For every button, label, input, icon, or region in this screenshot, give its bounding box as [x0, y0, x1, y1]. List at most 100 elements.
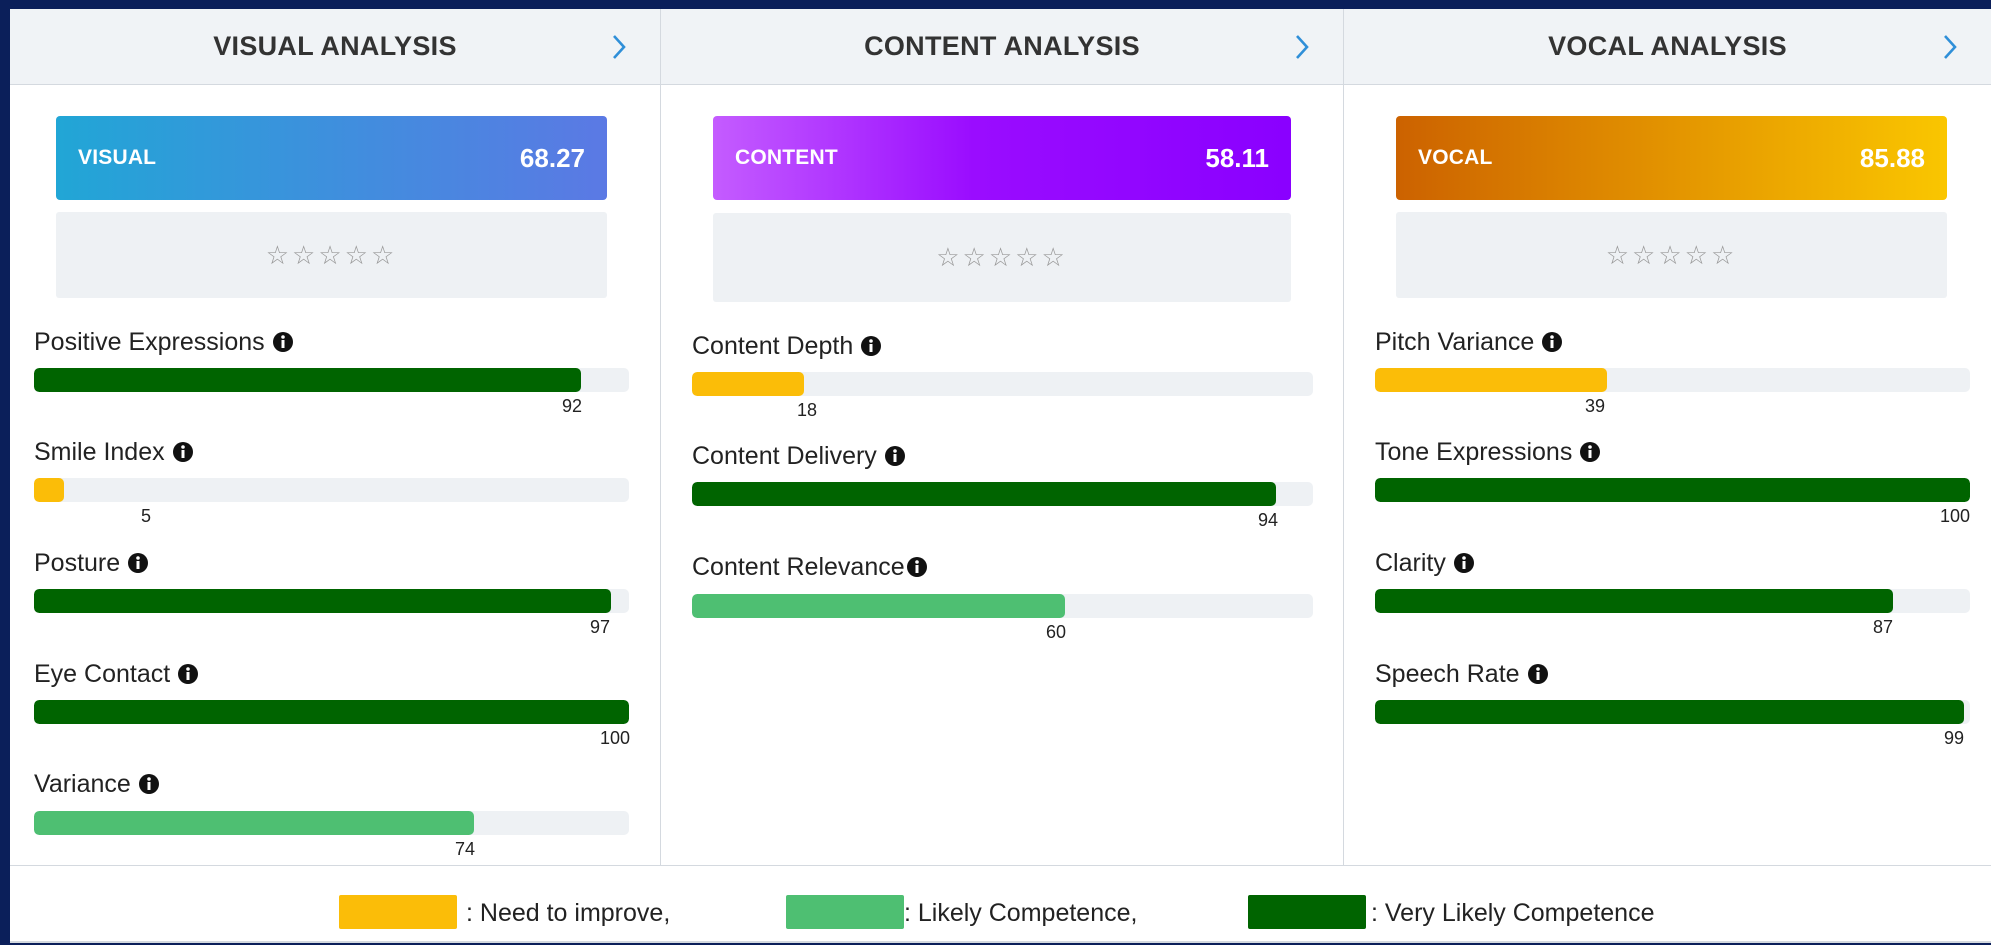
chevron-right-icon[interactable] [1935, 33, 1963, 61]
metric-bar-fill [1375, 478, 1970, 502]
metric-label: Positive Expressions [34, 327, 265, 356]
content-score-value: 58.11 [1205, 142, 1269, 173]
metric-content-relevance: Content Relevance [692, 552, 928, 582]
metric-label: Variance [34, 769, 131, 798]
metric-label: Pitch Variance [1375, 327, 1535, 356]
metric-bar-fill [1375, 700, 1965, 724]
metric-label: Speech Rate [1375, 659, 1520, 688]
vocal-analysis-panel: VOCAL ANALYSIS VOCAL 85.88 ☆☆☆☆☆ Pitch V… [1344, 9, 1991, 865]
metric-value: 97 [589, 617, 610, 637]
content-star-rating: ☆☆☆☆☆ [713, 213, 1291, 302]
metric-bar-track [692, 594, 1313, 618]
metric-bar-track [34, 811, 629, 835]
info-icon[interactable] [1527, 663, 1549, 685]
visual-analysis-panel: VISUAL ANALYSIS VISUAL 68.27 ☆☆☆☆☆ Posit… [10, 9, 661, 865]
vocal-score-bar: VOCAL 85.88 [1396, 116, 1947, 200]
content-analysis-panel: CONTENT ANALYSIS CONTENT 58.11 ☆☆☆☆☆ Con… [661, 9, 1344, 865]
metric-bar-fill [1375, 589, 1893, 613]
metric-eye-contact: Eye Contact [34, 659, 199, 689]
legend-swatch-very-likely [1248, 895, 1366, 929]
metric-posture: Posture [34, 548, 149, 578]
info-icon[interactable] [906, 556, 928, 578]
metric-bar-track [1375, 700, 1970, 724]
metric-pitch-variance: Pitch Variance [1375, 327, 1563, 357]
metric-bar-fill [34, 478, 64, 502]
metric-bar-track [1375, 368, 1970, 392]
metric-speech-rate: Speech Rate [1375, 659, 1549, 689]
metric-bar-fill [34, 811, 475, 835]
info-icon[interactable] [272, 331, 294, 353]
metric-tone-expressions: Tone Expressions [1375, 437, 1601, 467]
legend-label-very-likely: : Very Likely Competence [1371, 899, 1655, 927]
analysis-dashboard: VISUAL ANALYSIS VISUAL 68.27 ☆☆☆☆☆ Posit… [10, 9, 1991, 943]
metric-value: 99 [1943, 728, 1964, 748]
legend-swatch-likely [786, 895, 904, 929]
metric-value: 92 [561, 396, 582, 416]
legend-label-likely: : Likely Competence, [904, 899, 1138, 927]
metric-value: 100 [599, 728, 630, 748]
metric-bar-track [692, 482, 1313, 506]
analysis-panels: VISUAL ANALYSIS VISUAL 68.27 ☆☆☆☆☆ Posit… [10, 9, 1991, 865]
visual-star-rating: ☆☆☆☆☆ [56, 212, 607, 298]
metric-value: 60 [1045, 622, 1066, 642]
metric-bar-track [34, 478, 629, 502]
metric-variance: Variance [34, 769, 160, 799]
content-score-bar: CONTENT 58.11 [713, 116, 1291, 200]
metric-bar-fill [692, 482, 1276, 506]
metric-bar-fill [34, 589, 612, 613]
metric-value: 100 [1939, 506, 1970, 526]
metric-value: 87 [1872, 617, 1893, 637]
metric-bar-fill [1375, 368, 1608, 392]
info-icon[interactable] [172, 441, 194, 463]
metric-label: Content Depth [692, 331, 854, 360]
visual-panel-title: VISUAL ANALYSIS [213, 31, 457, 61]
metric-smile-index: Smile Index [34, 437, 194, 467]
content-score-label: CONTENT [735, 146, 838, 169]
vocal-score-label: VOCAL [1418, 146, 1493, 169]
content-panel-header[interactable]: CONTENT ANALYSIS [661, 9, 1343, 85]
metric-bar-track [1375, 589, 1970, 613]
metric-value: 74 [454, 839, 475, 859]
info-icon[interactable] [177, 663, 199, 685]
metric-label: Smile Index [34, 437, 165, 466]
info-icon[interactable] [884, 445, 906, 467]
chevron-right-icon[interactable] [604, 33, 632, 61]
legend-label-need-improve: : Need to improve, [466, 899, 671, 927]
metric-label: Eye Contact [34, 659, 171, 688]
info-icon[interactable] [1453, 552, 1475, 574]
metric-bar-fill [34, 700, 629, 724]
info-icon[interactable] [127, 552, 149, 574]
visual-panel-header[interactable]: VISUAL ANALYSIS [10, 9, 660, 85]
metric-value: 18 [796, 400, 817, 420]
metric-clarity: Clarity [1375, 548, 1475, 578]
metric-content-delivery: Content Delivery [692, 441, 906, 471]
metric-bar-track [34, 368, 629, 392]
visual-score-value: 68.27 [519, 142, 585, 173]
visual-score-label: VISUAL [78, 146, 157, 169]
vocal-star-rating: ☆☆☆☆☆ [1396, 212, 1947, 298]
metric-bar-fill [34, 368, 582, 392]
legend-swatch-need-improve [339, 895, 457, 929]
vocal-score-value: 85.88 [1859, 142, 1925, 173]
metric-label: Tone Expressions [1375, 437, 1573, 466]
metric-bar-track [34, 700, 629, 724]
info-icon[interactable] [1541, 331, 1563, 353]
metric-label: Content Relevance [692, 552, 905, 581]
chevron-right-icon[interactable] [1287, 33, 1315, 61]
info-icon[interactable] [138, 773, 160, 795]
metric-bar-track [34, 589, 629, 613]
metric-value: 5 [140, 506, 151, 526]
vocal-panel-header[interactable]: VOCAL ANALYSIS [1344, 9, 1991, 85]
vocal-panel-title: VOCAL ANALYSIS [1548, 31, 1787, 61]
metric-positive-expressions: Positive Expressions [34, 327, 294, 357]
metric-bar-track [692, 372, 1313, 396]
metric-bar-fill [692, 594, 1065, 618]
metric-value: 39 [1584, 396, 1605, 416]
metric-label: Posture [34, 548, 121, 577]
metric-content-depth: Content Depth [692, 331, 882, 361]
info-icon[interactable] [860, 335, 882, 357]
visual-score-bar: VISUAL 68.27 [56, 116, 607, 200]
content-panel-title: CONTENT ANALYSIS [864, 31, 1140, 61]
info-icon[interactable] [1579, 441, 1601, 463]
metric-label: Clarity [1375, 548, 1446, 577]
